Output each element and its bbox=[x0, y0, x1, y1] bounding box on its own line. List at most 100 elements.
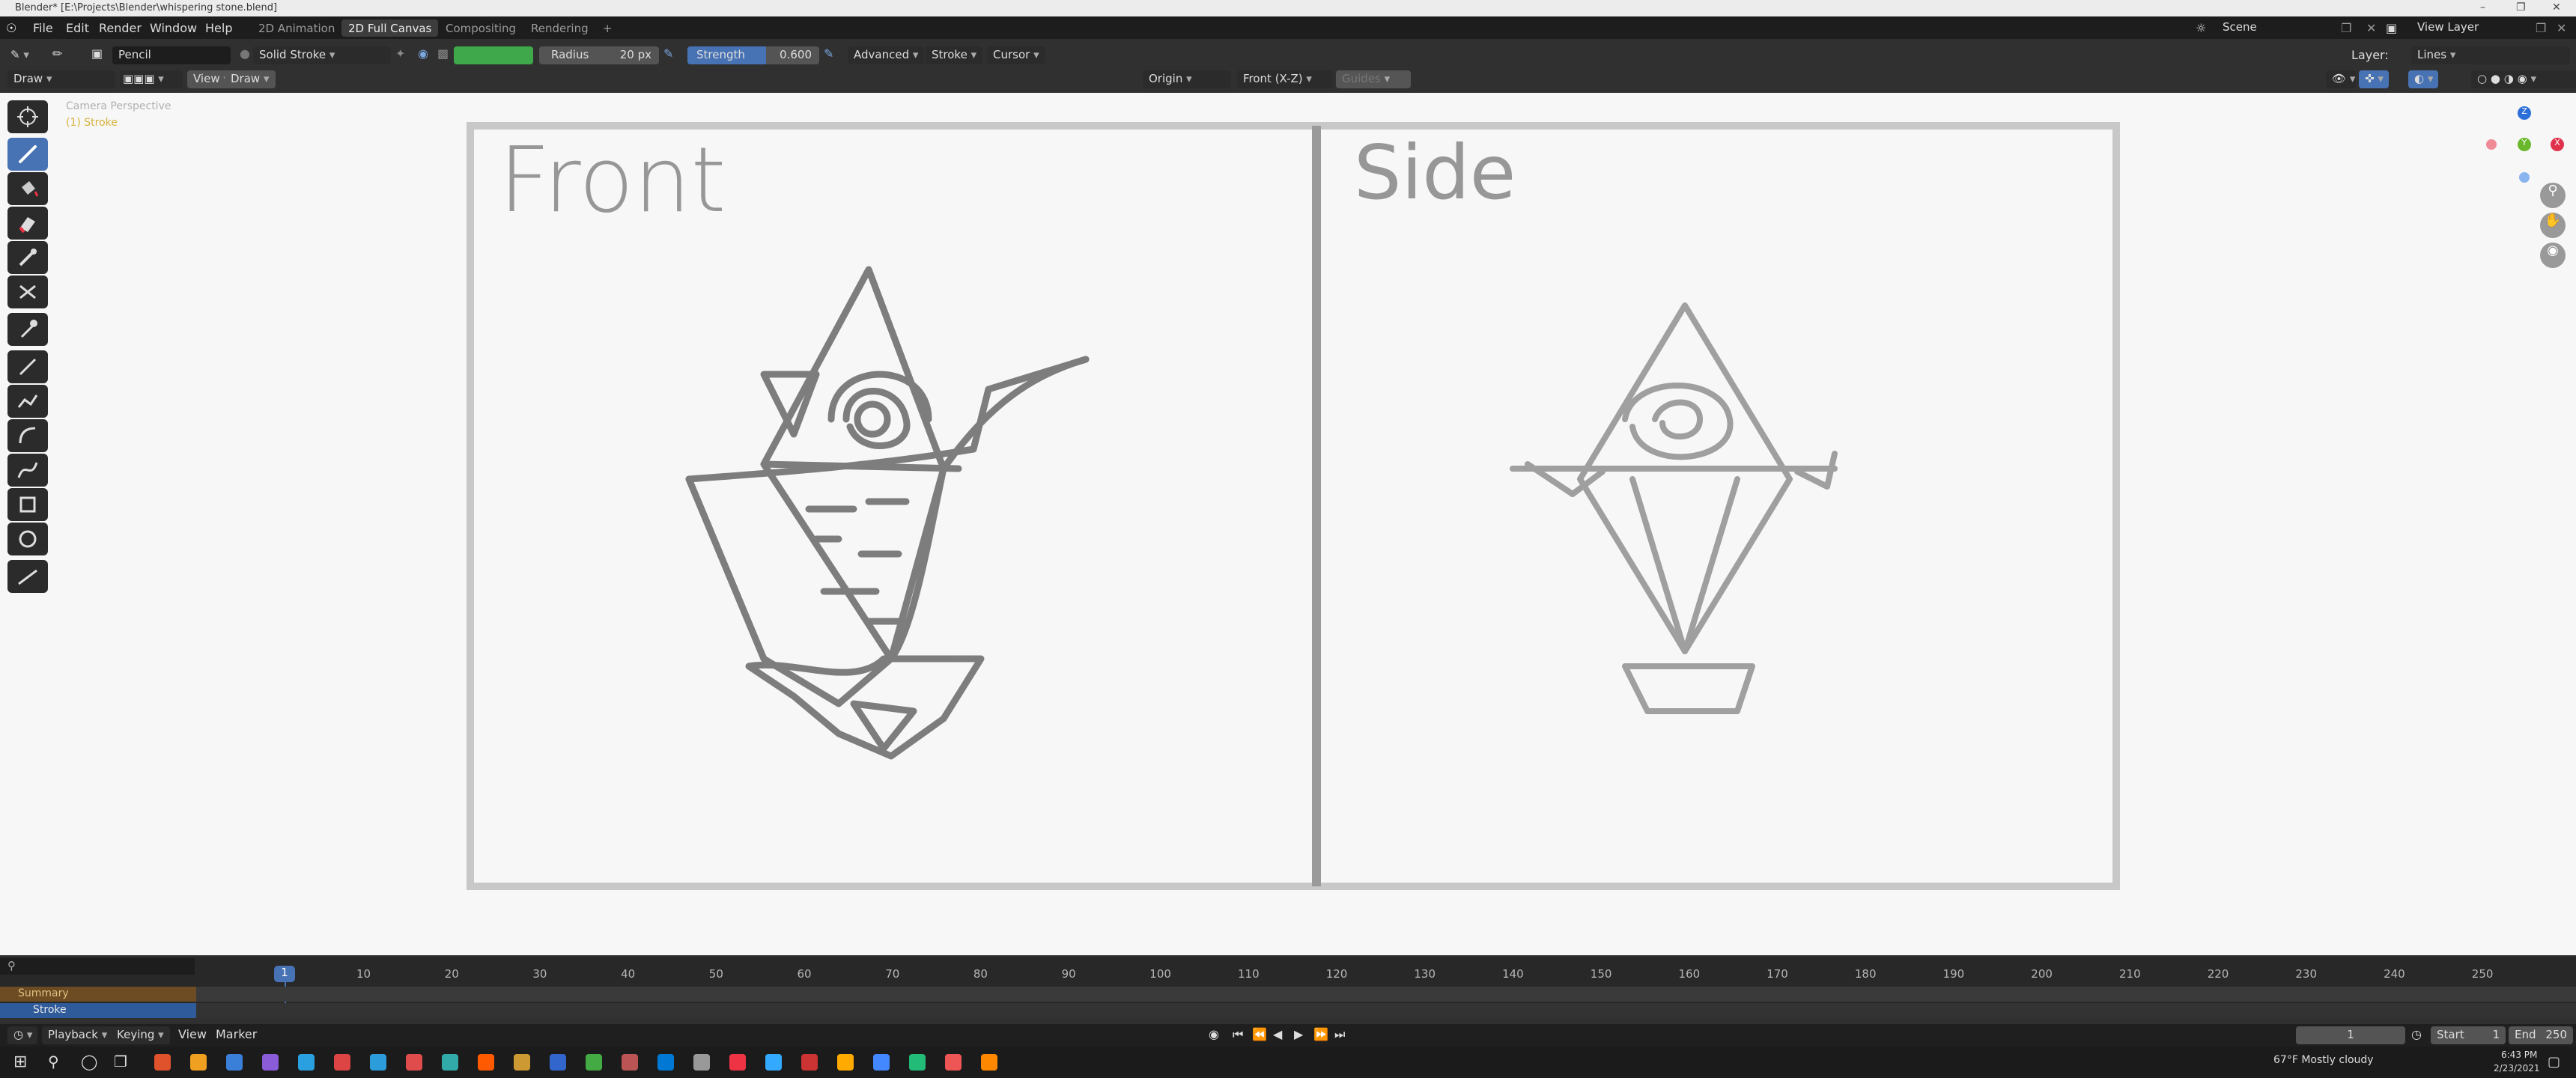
taskbar-app-icon[interactable] bbox=[226, 1054, 243, 1071]
taskbar-app-icon[interactable] bbox=[586, 1054, 602, 1071]
remove-scene-icon[interactable]: ✕ bbox=[2366, 21, 2376, 35]
taskbar-app-icon[interactable] bbox=[981, 1054, 997, 1071]
taskbar-app-icon[interactable] bbox=[154, 1054, 171, 1071]
axis-dropdown[interactable]: Front (X-Z) bbox=[1237, 70, 1333, 88]
erase-tool[interactable] bbox=[7, 207, 48, 240]
3d-viewport[interactable]: Camera Perspective (1) Stroke Front Side… bbox=[0, 93, 2576, 955]
cursor-tool[interactable] bbox=[7, 100, 48, 133]
taskbar-app-icon[interactable] bbox=[729, 1054, 746, 1071]
taskbar-app-icon[interactable] bbox=[514, 1054, 530, 1071]
record-icon[interactable]: ◉ bbox=[1209, 1027, 1219, 1041]
next-keyframe-icon[interactable]: ⏩ bbox=[1313, 1027, 1328, 1041]
zoom-icon[interactable]: ⚲ bbox=[2540, 183, 2566, 208]
taskbar-app-icon[interactable] bbox=[837, 1054, 854, 1071]
annotate-tool[interactable] bbox=[7, 560, 48, 593]
radius-pressure-icon[interactable]: ✎ bbox=[663, 46, 673, 61]
tab-rendering[interactable]: Rendering bbox=[524, 19, 595, 37]
guides-button[interactable]: Guides bbox=[1336, 70, 1411, 88]
current-frame-indicator[interactable]: 1 bbox=[274, 966, 295, 982]
summary-track[interactable]: Summary bbox=[0, 987, 196, 1002]
select-mode-icons[interactable]: ▣▣▣ bbox=[120, 70, 183, 88]
start-frame-field[interactable]: Start 1 bbox=[2431, 1026, 2506, 1044]
taskbar-app-icon[interactable] bbox=[370, 1054, 386, 1071]
end-frame-field[interactable]: End 250 bbox=[2509, 1026, 2573, 1044]
play-reverse-icon[interactable]: ◀ bbox=[1273, 1027, 1282, 1041]
taskbar-app-icon[interactable] bbox=[334, 1054, 350, 1071]
color-mode-icon[interactable]: ◉ bbox=[418, 46, 428, 61]
taskbar-app-icon[interactable] bbox=[909, 1054, 926, 1071]
draw-tool[interactable] bbox=[7, 138, 48, 171]
clock-time[interactable]: 6:43 PM bbox=[2501, 1050, 2537, 1060]
remove-view-layer-icon[interactable]: ✕ bbox=[2557, 21, 2566, 35]
view-menu-timeline[interactable]: View bbox=[178, 1027, 207, 1041]
taskbar-app-icon[interactable] bbox=[873, 1054, 890, 1071]
taskbar-app-icon[interactable] bbox=[442, 1054, 458, 1071]
taskbar-app-icon[interactable] bbox=[945, 1054, 962, 1071]
current-frame-field[interactable]: 1 bbox=[2296, 1026, 2405, 1044]
curve-tool[interactable] bbox=[7, 454, 48, 487]
vertex-color-icon[interactable]: ▩ bbox=[437, 46, 449, 61]
keying-menu[interactable]: Keying bbox=[111, 1026, 170, 1044]
drawing-canvas[interactable] bbox=[464, 120, 2127, 996]
radius-field[interactable]: Radius 20 px bbox=[539, 46, 659, 64]
cursor-dropdown[interactable]: Cursor bbox=[987, 46, 1045, 64]
strength-pressure-icon[interactable]: ✎ bbox=[824, 46, 833, 61]
tab-2d-animation[interactable]: 2D Animation bbox=[252, 19, 341, 37]
neg-z-icon[interactable] bbox=[2519, 172, 2530, 183]
view-layer-icon[interactable]: ▣ bbox=[2386, 21, 2397, 35]
taskbar-app-icon[interactable] bbox=[298, 1054, 315, 1071]
prev-keyframe-icon[interactable]: ⏪ bbox=[1252, 1027, 1267, 1041]
fill-tool[interactable] bbox=[7, 172, 48, 205]
draw-menu[interactable]: Draw bbox=[225, 70, 276, 88]
clock-date[interactable]: 2/23/2021 bbox=[2494, 1063, 2540, 1074]
brush-name-field[interactable]: Pencil bbox=[112, 46, 231, 64]
overlay-icon[interactable]: ◐ bbox=[2408, 70, 2438, 88]
taskbar-app-icon[interactable] bbox=[801, 1054, 818, 1071]
stroke-type-dropdown[interactable]: Solid Stroke bbox=[253, 46, 391, 64]
strength-field[interactable]: Strength 0.600 bbox=[687, 46, 819, 64]
weather-widget[interactable]: 67°F Mostly cloudy bbox=[2273, 1054, 2374, 1066]
tab-2d-full-canvas[interactable]: 2D Full Canvas bbox=[341, 19, 439, 37]
gizmo-icon[interactable]: ✜ bbox=[2359, 70, 2389, 88]
taskbar-app-icon[interactable] bbox=[190, 1054, 207, 1071]
scene-icon[interactable]: ☼ bbox=[2196, 21, 2206, 35]
line-tool[interactable] bbox=[7, 350, 48, 383]
timeline-search-input[interactable]: ⚲ bbox=[0, 958, 195, 975]
neg-x-icon[interactable] bbox=[2486, 139, 2497, 150]
cutter-tool[interactable] bbox=[7, 275, 48, 308]
blender-logo-icon[interactable]: ☉ bbox=[6, 21, 16, 35]
brush-preview-icon[interactable]: ▣ bbox=[91, 46, 103, 61]
task-view-icon[interactable]: ❐ bbox=[114, 1053, 127, 1071]
view-layer-field[interactable]: View Layer bbox=[2411, 19, 2531, 37]
taskbar-app-icon[interactable] bbox=[657, 1054, 674, 1071]
taskbar-app-icon[interactable] bbox=[478, 1054, 494, 1071]
editor-type-icon[interactable]: ✎ bbox=[4, 46, 42, 64]
pan-icon[interactable]: ✋ bbox=[2540, 213, 2566, 238]
z-axis-icon[interactable]: Z bbox=[2518, 106, 2531, 120]
brush-tool-icon[interactable]: ✏ bbox=[52, 46, 62, 61]
marker-menu[interactable]: Marker bbox=[216, 1027, 257, 1041]
mode-dropdown[interactable]: Draw bbox=[7, 70, 115, 88]
arc-tool[interactable] bbox=[7, 419, 48, 452]
visibility-icon[interactable]: 👁 bbox=[2326, 70, 2356, 88]
menu-render[interactable]: Render bbox=[99, 21, 142, 35]
notifications-icon[interactable]: ▢ bbox=[2548, 1054, 2560, 1070]
layer-dropdown[interactable]: Lines bbox=[2411, 46, 2570, 64]
menu-help[interactable]: Help bbox=[205, 21, 232, 35]
taskbar-app-icon[interactable] bbox=[406, 1054, 422, 1071]
jump-end-icon[interactable]: ⏭ bbox=[1334, 1027, 1345, 1042]
minimize-icon[interactable]: – bbox=[2480, 1, 2485, 13]
windows-start-icon[interactable]: ⊞ bbox=[13, 1053, 27, 1071]
restore-icon[interactable]: ❐ bbox=[2516, 1, 2526, 13]
navigation-gizmo[interactable]: Z Y X bbox=[2483, 100, 2566, 183]
add-workspace-icon[interactable]: + bbox=[596, 19, 619, 37]
circle-tool[interactable] bbox=[7, 523, 48, 555]
editor-type-icon[interactable]: ◷ bbox=[7, 1026, 37, 1044]
stroke-dropdown[interactable]: Stroke bbox=[926, 46, 983, 64]
origin-dropdown[interactable]: Origin bbox=[1143, 70, 1231, 88]
taskbar-app-icon[interactable] bbox=[622, 1054, 638, 1071]
menu-window[interactable]: Window bbox=[150, 21, 197, 35]
stroke-track[interactable]: Stroke bbox=[0, 1003, 196, 1018]
taskbar-app-icon[interactable] bbox=[693, 1054, 710, 1071]
brush-color-swatch[interactable] bbox=[454, 46, 533, 64]
